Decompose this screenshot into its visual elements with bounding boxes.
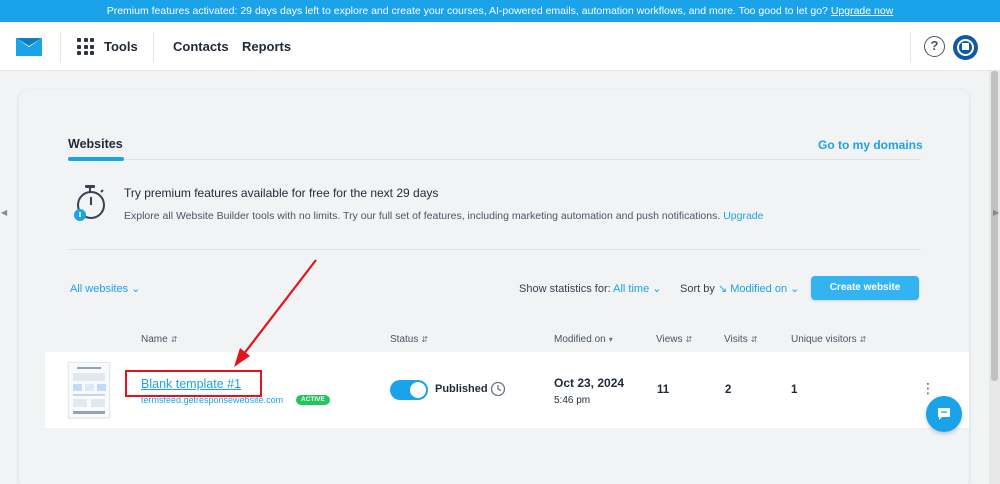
- column-header-unique-visitors[interactable]: Unique visitors ⇵: [791, 334, 866, 345]
- right-edge-arrow-icon: ▶: [993, 208, 1000, 217]
- all-websites-dropdown[interactable]: All websites ⌄: [70, 282, 140, 295]
- apps-grid-icon[interactable]: [77, 38, 94, 55]
- logo-envelope-icon[interactable]: [16, 38, 42, 56]
- account-avatar[interactable]: [953, 35, 978, 60]
- sort-arrows-icon: ⇵: [750, 335, 758, 344]
- tab-active-indicator: [68, 157, 124, 161]
- sort-arrows-icon: ⇵: [421, 335, 429, 344]
- chat-bubble-icon: [938, 408, 950, 420]
- column-header-views[interactable]: Views ⇵: [656, 334, 692, 345]
- unique-visitors-count: 1: [791, 384, 798, 396]
- website-thumbnail[interactable]: [68, 362, 110, 418]
- column-header-modified-label: Modified on: [554, 334, 606, 345]
- statistics-period-filter[interactable]: Show statistics for: All time ⌄: [519, 282, 662, 295]
- clock-icon[interactable]: [490, 381, 506, 397]
- views-count: 11: [657, 384, 670, 396]
- nav-divider: [60, 32, 61, 62]
- show-stats-value: All time: [613, 283, 650, 295]
- create-website-button[interactable]: Create website: [811, 276, 919, 300]
- promo-text: Premium features activated: 29 days days…: [106, 5, 828, 17]
- active-badge: ACTIVE: [296, 395, 330, 405]
- nav-tools[interactable]: Tools: [104, 39, 138, 54]
- promo-banner: Premium features activated: 29 days days…: [0, 0, 1000, 22]
- show-stats-label: Show statistics for:: [519, 283, 611, 295]
- scrollbar-thumb[interactable]: [991, 71, 998, 381]
- all-websites-label: All websites: [70, 283, 129, 295]
- sort-by-label: Sort by: [680, 283, 715, 295]
- sort-arrows-icon: ⇵: [859, 335, 867, 344]
- tab-websites[interactable]: Websites: [68, 137, 123, 151]
- sort-desc-icon: ▾: [608, 335, 613, 344]
- column-header-name-label: Name: [141, 334, 168, 345]
- upgrade-link[interactable]: Upgrade: [723, 210, 763, 222]
- upgrade-now-link[interactable]: Upgrade now: [831, 5, 893, 17]
- highlight-box: [125, 370, 262, 397]
- premium-description: Explore all Website Builder tools with n…: [124, 210, 763, 222]
- nav-reports[interactable]: Reports: [242, 39, 291, 54]
- chevron-down-icon: ⌄: [131, 283, 141, 295]
- chat-button[interactable]: [926, 396, 962, 432]
- column-header-unique-label: Unique visitors: [791, 334, 857, 345]
- visits-count: 2: [725, 384, 732, 396]
- nav-contacts[interactable]: Contacts: [173, 39, 229, 54]
- chevron-down-icon: ⌄: [652, 283, 662, 295]
- top-navigation: Tools Contacts Reports ?: [0, 22, 1000, 71]
- column-header-modified[interactable]: Modified on ▾: [554, 334, 613, 345]
- column-header-visits[interactable]: Visits ⇵: [724, 334, 757, 345]
- website-url[interactable]: termsfeed.getresponsewebsite.com: [141, 395, 283, 405]
- sort-arrows-icon: ⇵: [685, 335, 693, 344]
- sort-by-value: Modified on: [730, 283, 788, 295]
- modified-date: Oct 23, 2024: [554, 376, 625, 390]
- column-header-status-label: Status: [390, 334, 419, 345]
- nav-divider: [910, 32, 911, 62]
- publish-toggle[interactable]: [390, 380, 428, 400]
- more-options-icon[interactable]: ⋮: [921, 381, 935, 395]
- nav-divider: [153, 32, 154, 62]
- modified-time: 5:46 pm: [554, 395, 591, 406]
- help-icon[interactable]: ?: [924, 36, 945, 57]
- column-header-views-label: Views: [656, 334, 683, 345]
- status-text: Published: [435, 383, 488, 395]
- premium-description-text: Explore all Website Builder tools with n…: [124, 210, 721, 222]
- sort-by-dropdown[interactable]: Sort by ↘ Modified on ⌄: [680, 282, 799, 295]
- stopwatch-icon: [74, 185, 105, 221]
- tab-divider: [68, 159, 921, 160]
- go-to-domains-link[interactable]: Go to my domains: [818, 138, 923, 152]
- chevron-down-icon: ⌄: [790, 283, 800, 295]
- section-divider: [68, 249, 921, 250]
- column-header-visits-label: Visits: [724, 334, 748, 345]
- sort-direction-icon: ↘: [717, 283, 728, 295]
- premium-title: Try premium features available for free …: [124, 186, 439, 200]
- left-edge-arrow-icon: ◀: [1, 208, 8, 217]
- column-header-status[interactable]: Status ⇵: [390, 334, 428, 345]
- sort-arrows-icon: ⇵: [170, 335, 178, 344]
- column-header-name[interactable]: Name ⇵: [141, 334, 177, 345]
